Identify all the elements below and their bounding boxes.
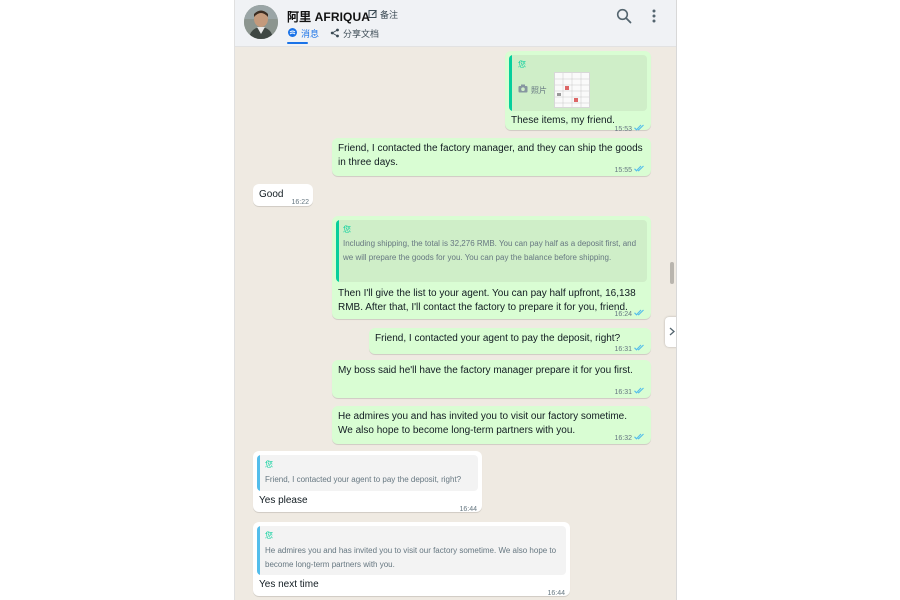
quote-author: 您: [265, 460, 273, 469]
chat-bubble-icon: [287, 27, 298, 40]
photo-thumbnail[interactable]: [554, 72, 590, 108]
quote-bar: [257, 526, 260, 575]
tab-messages-label: 消息: [301, 29, 320, 39]
message-list[interactable]: 您 照片 These items, my friend. 15:53 Frien…: [235, 47, 676, 600]
quoted-message[interactable]: 您 Friend, I contacted your agent to pay …: [257, 455, 478, 491]
message-meta: 16:24: [614, 308, 645, 322]
search-icon: [616, 8, 632, 29]
quote-text: He admires you and has invited you to vi…: [265, 546, 557, 569]
message-outgoing[interactable]: Friend, I contacted the factory manager,…: [332, 138, 651, 176]
remark-label: 备注: [380, 10, 399, 20]
message-text: He admires you and has invited you to vi…: [338, 411, 628, 436]
message-meta: 16:31: [614, 386, 645, 400]
active-tab-indicator: [287, 42, 308, 44]
more-vertical-icon: [651, 8, 657, 29]
message-time: 16:44: [459, 506, 477, 513]
message-time: 16:32: [614, 435, 632, 442]
double-check-icon: [634, 343, 645, 357]
message-time: 15:53: [614, 126, 632, 133]
scrollbar-thumb[interactable]: [670, 262, 674, 284]
message-time: 16:44: [547, 590, 565, 597]
attachment-label: 照片: [531, 86, 547, 95]
share-icon: [330, 28, 340, 40]
double-check-icon: [634, 386, 645, 400]
double-check-icon: [634, 432, 645, 446]
message-meta: 15:53: [614, 123, 645, 137]
message-text: My boss said he'll have the factory mana…: [338, 365, 633, 376]
camera-icon: [518, 84, 528, 98]
tab-shared-docs[interactable]: 分享文档: [330, 27, 379, 40]
message-meta: 16:22: [291, 196, 309, 210]
message-outgoing[interactable]: He admires you and has invited you to vi…: [332, 406, 651, 444]
message-meta: 16:31: [614, 343, 645, 357]
chat-window: 阿里 AFRIQUA 备注 消息 分享文档 您 照片 These items, …: [234, 0, 677, 600]
message-outgoing[interactable]: Friend, I contacted your agent to pay th…: [369, 328, 651, 354]
message-text: Friend, I contacted your agent to pay th…: [375, 333, 621, 344]
message-meta: 16:44: [459, 503, 477, 517]
tab-messages[interactable]: 消息: [287, 27, 319, 40]
quote-bar: [336, 220, 339, 282]
contact-avatar[interactable]: [244, 5, 278, 39]
message-meta: 16:44: [547, 587, 565, 600]
chat-header: 阿里 AFRIQUA 备注 消息 分享文档: [235, 0, 676, 47]
quote-bar: [257, 455, 260, 491]
quote-author: 您: [265, 531, 273, 540]
quoted-message[interactable]: 您 照片: [509, 55, 647, 111]
search-button[interactable]: [613, 7, 635, 29]
message-incoming[interactable]: 您 He admires you and has invited you to …: [253, 522, 570, 597]
edit-note-icon: [368, 9, 378, 21]
quoted-message[interactable]: 您 Including shipping, the total is 32,27…: [336, 220, 647, 282]
side-panel-toggle[interactable]: [665, 317, 676, 347]
double-check-icon: [634, 164, 645, 178]
tab-shared-docs-label: 分享文档: [343, 29, 380, 39]
menu-button[interactable]: [643, 7, 665, 29]
quote-text: Friend, I contacted your agent to pay th…: [265, 475, 462, 484]
quote-author: 您: [518, 60, 526, 69]
chevron-right-icon: [669, 323, 675, 341]
message-outgoing[interactable]: 您 照片 These items, my friend. 15:53: [505, 51, 651, 133]
message-time: 16:22: [291, 199, 309, 206]
message-text: Then I'll give the list to your agent. Y…: [338, 288, 636, 313]
message-time: 15:55: [614, 167, 632, 174]
double-check-icon: [634, 123, 645, 137]
quote-bar: [509, 55, 512, 111]
message-incoming[interactable]: Good 16:22: [253, 184, 313, 206]
remark-button[interactable]: 备注: [368, 8, 398, 21]
message-text: Good: [259, 189, 284, 200]
quote-text: Including shipping, the total is 32,276 …: [343, 239, 637, 262]
message-text: Yes next time: [259, 579, 319, 590]
message-time: 16:31: [614, 346, 632, 353]
message-meta: 15:55: [614, 164, 645, 178]
message-text: Yes please: [259, 495, 308, 506]
double-check-icon: [634, 308, 645, 322]
quoted-message[interactable]: 您 He admires you and has invited you to …: [257, 526, 566, 575]
message-time: 16:31: [614, 389, 632, 396]
message-outgoing[interactable]: My boss said he'll have the factory mana…: [332, 360, 651, 398]
contact-name[interactable]: 阿里 AFRIQUA: [287, 8, 370, 25]
quote-author: 您: [343, 225, 351, 234]
message-time: 16:24: [614, 311, 632, 318]
message-incoming[interactable]: 您 Friend, I contacted your agent to pay …: [253, 451, 482, 513]
message-text: These items, my friend.: [511, 115, 615, 126]
message-outgoing[interactable]: 您 Including shipping, the total is 32,27…: [332, 216, 651, 319]
message-text: Friend, I contacted the factory manager,…: [338, 143, 643, 168]
message-meta: 16:32: [614, 432, 645, 446]
